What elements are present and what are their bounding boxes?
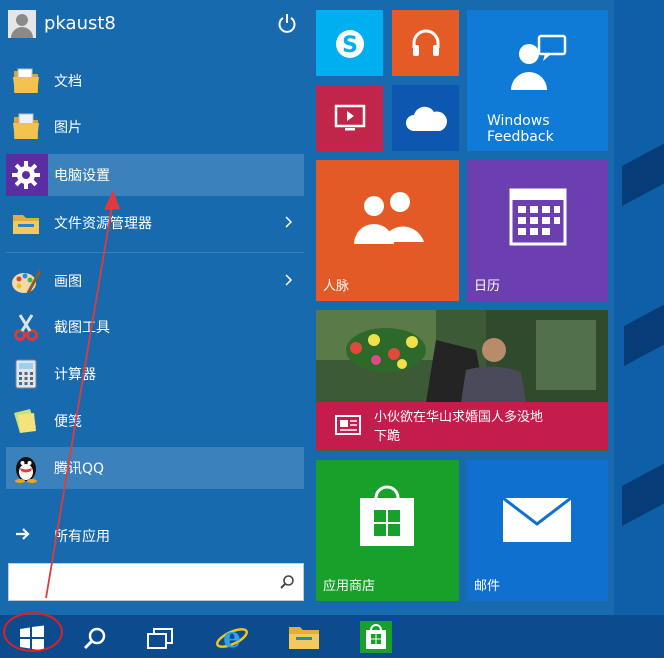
task-view-button[interactable] [140,619,180,655]
tile-people[interactable]: 人脉 [316,160,459,301]
taskbar-search-button[interactable] [74,619,114,655]
headphones-icon [412,29,440,56]
menu-item-file-explorer[interactable]: 文件资源管理器 [6,202,304,244]
paint-icon [12,270,42,294]
calculator-icon [15,359,37,389]
calendar-icon [509,188,567,246]
news-headline-strip: 小伙欲在华山求婚国人多没地 下跪 [316,402,608,450]
taskbar: e [0,615,664,658]
pictures-folder-icon [13,113,39,139]
file-explorer-icon [289,627,319,649]
chevron-right-icon[interactable] [284,214,294,230]
qq-penguin-icon [15,457,37,483]
search-icon[interactable] [279,574,295,590]
snipping-tool-icon [14,314,38,341]
all-apps-button[interactable]: 所有应用 [10,522,304,548]
tile-skype[interactable]: S [316,10,383,76]
internet-explorer-icon: e [216,621,248,654]
tile-windows-feedback[interactable]: Windows Feedback [467,10,608,151]
tile-calendar[interactable]: 日历 [467,160,608,301]
start-menu-left-column: pkaust8 文档 图片 电脑设置 文件资源管理器 画图 截图工具 计算器 便… [0,0,310,615]
start-button-highlight-circle [3,612,63,652]
tile-video[interactable] [316,85,383,151]
news-headline: 小伙欲在华山求婚国人多没地 下跪 [374,410,544,444]
divider [6,252,304,253]
store-icon [360,621,392,653]
tile-music[interactable] [392,10,459,76]
store-bag-icon [360,485,414,546]
menu-item-pc-settings[interactable]: 电脑设置 [6,154,304,196]
news-icon [335,415,361,435]
file-explorer-button[interactable] [284,619,324,655]
cloud-icon [406,106,447,131]
tile-news[interactable]: 小伙欲在华山求婚国人多没地 下跪 [316,310,608,451]
desktop-wallpaper [614,0,664,615]
menu-item-pictures[interactable]: 图片 [6,106,304,148]
arrow-right-icon [16,528,30,540]
tile-people-label: 人脉 [323,279,350,294]
search-box[interactable] [8,563,304,601]
start-menu: pkaust8 文档 图片 电脑设置 文件资源管理器 画图 截图工具 计算器 便… [0,0,614,615]
tile-store[interactable]: 应用商店 [316,460,459,601]
documents-folder-icon [13,68,39,93]
menu-item-snipping-tool[interactable]: 截图工具 [6,306,304,348]
people-icon [354,192,424,244]
store-button[interactable] [356,619,396,655]
menu-item-calculator[interactable]: 计算器 [6,353,304,395]
menu-item-qq[interactable]: 腾讯QQ [6,447,304,489]
menu-item-paint[interactable]: 画图 [6,260,304,302]
tile-mail-label: 邮件 [474,579,501,594]
skype-icon: S [336,30,364,58]
search-input[interactable] [15,572,275,594]
chevron-right-icon[interactable] [284,272,294,288]
task-view-icon [147,628,173,649]
svg-text:S: S [342,33,358,58]
avatar[interactable] [8,10,36,38]
news-photo [316,310,608,402]
video-icon [334,104,366,131]
tile-onedrive[interactable] [392,85,459,151]
tile-mail[interactable]: 邮件 [467,460,608,601]
file-explorer-icon [13,215,39,234]
gear-icon [12,161,40,189]
svg-text:e: e [223,621,241,654]
menu-item-sticky-notes[interactable]: 便笺 [6,400,304,442]
tile-store-label: 应用商店 [323,579,376,594]
tile-calendar-label: 日历 [474,279,501,294]
mail-envelope-icon [502,496,572,542]
feedback-person-icon [511,34,567,90]
user-name: pkaust8 [44,13,116,34]
internet-explorer-button[interactable]: e [212,619,252,655]
menu-item-documents[interactable]: 文档 [6,60,304,102]
user-account[interactable]: pkaust8 [8,8,304,40]
sticky-notes-icon [14,409,36,433]
tile-windows-feedback-label: Windows Feedback [487,113,554,145]
search-icon [83,627,106,650]
power-icon[interactable] [276,12,298,34]
